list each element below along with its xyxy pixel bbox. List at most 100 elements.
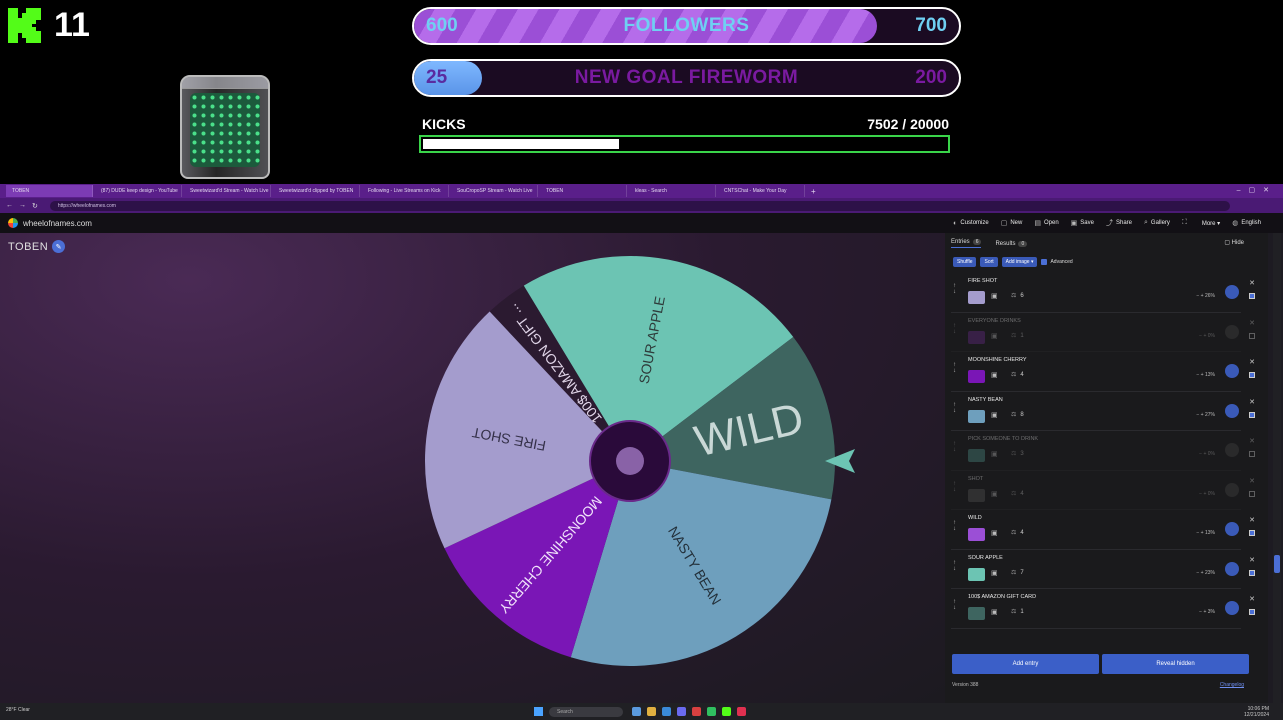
panel-scrollbar[interactable] (1273, 233, 1281, 703)
menu-item[interactable]: ▣ Save (1071, 219, 1094, 227)
image-icon[interactable]: ▣ (991, 450, 998, 458)
spotify-icon[interactable] (707, 707, 716, 716)
entry-weight[interactable]: ⚖ 4 (1011, 490, 1024, 497)
close-icon[interactable]: ✕ (1249, 516, 1255, 524)
entry-weight[interactable]: ⚖ 1 (1011, 332, 1024, 339)
forward-icon[interactable]: → (19, 202, 26, 209)
weather-widget[interactable]: 28°F Clear (6, 707, 30, 713)
image-icon[interactable]: ▣ (991, 608, 998, 616)
entry-enabled-checkbox[interactable] (1249, 332, 1255, 339)
scroll-thumb[interactable] (1274, 555, 1280, 573)
entry-weight[interactable]: ⚖ 7 (1011, 569, 1024, 576)
close-icon[interactable]: ✕ (1249, 398, 1255, 406)
stepper-icon[interactable]: − + (1196, 570, 1205, 576)
browser-tab[interactable]: SouCropoSP Stream - Watch Live (451, 185, 538, 197)
reveal-hidden-button[interactable]: Reveal hidden (1102, 654, 1249, 674)
entry-visibility-toggle[interactable] (1225, 522, 1239, 536)
add-image-button[interactable]: Add image ▾ (1001, 257, 1038, 267)
taskbar-search[interactable]: Search (549, 706, 623, 717)
close-icon[interactable]: ✕ (1249, 556, 1255, 564)
close-icon[interactable]: ✕ (1249, 437, 1255, 445)
stepper-icon[interactable]: − + (1196, 412, 1205, 418)
image-icon[interactable]: ▣ (991, 529, 998, 537)
entry-color-swatch[interactable] (968, 607, 985, 620)
entry-weight[interactable]: ⚖ 1 (1011, 608, 1024, 615)
back-icon[interactable]: ← (6, 202, 13, 209)
entry-enabled-checkbox[interactable] (1249, 372, 1255, 378)
entry-name[interactable]: SOUR APPLE (968, 555, 1003, 561)
image-icon[interactable]: ▣ (991, 371, 998, 379)
window-controls[interactable]: –▢✕ (1237, 186, 1277, 194)
shuffle-button[interactable]: Shuffle (953, 257, 977, 267)
browser-tab[interactable]: kleas - Search (629, 185, 716, 197)
entry-enabled-checkbox[interactable] (1249, 293, 1255, 299)
entry-color-swatch[interactable] (968, 409, 985, 423)
entry-name[interactable]: PICK SOMEONE TO DRINK (968, 436, 1038, 442)
entry-weight[interactable]: ⚖ 4 (1011, 529, 1024, 536)
entry-color-swatch[interactable] (968, 449, 985, 462)
browser-tab[interactable]: TOBEN (6, 185, 93, 197)
site-name[interactable]: wheelofnames.com (23, 219, 92, 228)
stepper-icon[interactable]: − + (1199, 609, 1208, 615)
entry-name[interactable]: NASTY BEAN (968, 397, 1003, 403)
sort-button[interactable]: Sort (980, 257, 998, 267)
chrome-icon[interactable] (692, 707, 701, 716)
browser-tab[interactable]: TOBEN (540, 185, 627, 197)
close-icon[interactable]: ✕ (1249, 319, 1255, 327)
entry-weight[interactable]: ⚖ 6 (1011, 292, 1024, 299)
wheel[interactable]: 100$ AMAZON GIFT ... SOUR APPLEWILDNASTY … (418, 253, 868, 683)
panel-tab[interactable]: Entries 6 (951, 239, 982, 248)
task-view-icon[interactable] (632, 707, 641, 716)
entry-name[interactable]: FIRE SHOT (968, 278, 997, 284)
menu-item[interactable]: ◐ Customize (953, 220, 989, 227)
entry-weight[interactable]: ⚖ 3 (1011, 450, 1024, 457)
entry-enabled-checkbox[interactable] (1249, 569, 1255, 576)
entry-color-swatch[interactable] (968, 528, 985, 541)
stepper-icon[interactable]: − + (1196, 372, 1205, 378)
hide-panel-button[interactable]: ▢ Hide (1224, 239, 1244, 246)
menu-item[interactable]: More ▾ (1202, 220, 1220, 227)
advanced-toggle[interactable]: Advanced (1041, 259, 1073, 265)
entry-visibility-toggle[interactable] (1225, 601, 1239, 615)
entry-visibility-toggle[interactable] (1225, 561, 1239, 576)
entry-visibility-toggle[interactable] (1225, 285, 1239, 299)
entry-name[interactable]: 100$ AMAZON GIFT CARD (968, 594, 1036, 600)
reorder-arrows-icon[interactable]: ↑ ↓ (953, 481, 956, 493)
menu-item[interactable]: ⤴ Share (1106, 218, 1132, 228)
menu-item[interactable]: ▢ New (1001, 219, 1023, 227)
menu-item[interactable]: ⛶ (1182, 219, 1190, 227)
discord-icon[interactable] (677, 707, 686, 716)
image-icon[interactable]: ▣ (991, 569, 998, 577)
taskbar-clock[interactable]: 10:06 PM 12/21/2024 (1244, 706, 1269, 718)
entry-color-swatch[interactable] (968, 330, 985, 344)
entry-weight[interactable]: ⚖ 8 (1011, 411, 1024, 418)
image-icon[interactable]: ▣ (991, 411, 998, 419)
entry-enabled-checkbox[interactable] (1249, 411, 1255, 418)
edge-icon[interactable] (662, 707, 671, 716)
entry-visibility-toggle[interactable] (1225, 324, 1239, 339)
add-entry-button[interactable]: Add entry (952, 654, 1099, 674)
browser-tab[interactable]: (87) DUDE keep design - YouTube (95, 185, 182, 197)
reorder-arrows-icon[interactable]: ↑ ↓ (953, 283, 956, 295)
file-explorer-icon[interactable] (647, 707, 656, 716)
browser-tab[interactable]: CNTSChat - Make Your Day (718, 185, 805, 197)
new-tab-icon[interactable]: + (811, 187, 816, 196)
entry-visibility-toggle[interactable] (1225, 364, 1239, 378)
close-icon[interactable]: ✕ (1249, 358, 1255, 366)
reorder-arrows-icon[interactable]: ↑ ↓ (953, 520, 956, 532)
kick-app-icon[interactable] (722, 707, 731, 716)
close-icon[interactable]: ✕ (1249, 595, 1255, 603)
stepper-icon[interactable]: − + (1196, 293, 1205, 299)
entry-name[interactable]: MOONSHINE CHERRY (968, 357, 1027, 363)
stepper-icon[interactable]: − + (1199, 451, 1208, 457)
menu-item[interactable]: ⌕ Gallery (1144, 219, 1170, 227)
reorder-arrows-icon[interactable]: ↑ ↓ (953, 441, 956, 453)
stepper-icon[interactable]: − + (1199, 491, 1208, 497)
wheel-logo-icon[interactable] (8, 218, 18, 228)
entry-enabled-checkbox[interactable] (1249, 609, 1255, 615)
image-icon[interactable]: ▣ (991, 490, 998, 498)
reorder-arrows-icon[interactable]: ↑ ↓ (953, 560, 956, 572)
entry-color-swatch[interactable] (968, 291, 985, 304)
entry-enabled-checkbox[interactable] (1249, 490, 1255, 497)
reorder-arrows-icon[interactable]: ↑ ↓ (953, 402, 956, 414)
